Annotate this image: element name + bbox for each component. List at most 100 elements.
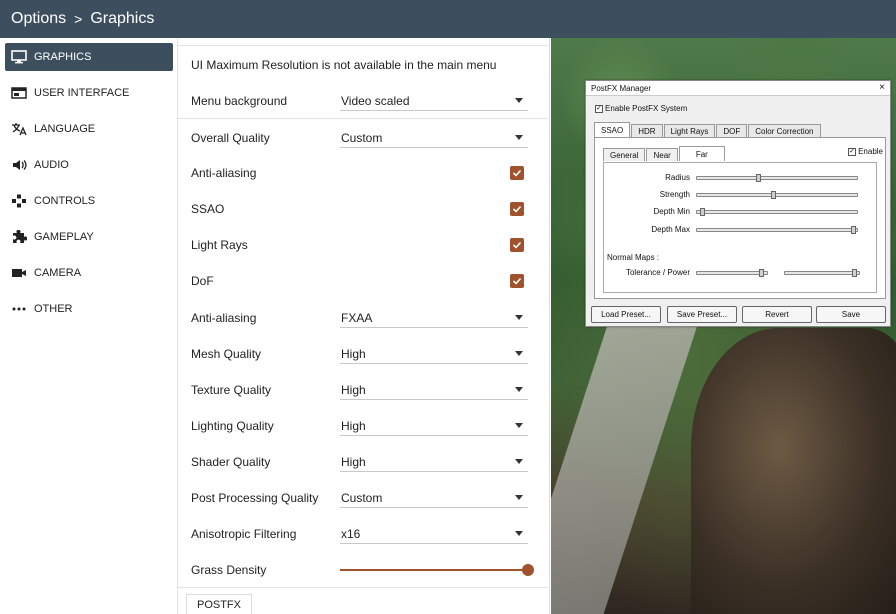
depth-max-row: Depth Max [604, 223, 878, 237]
sidebar-item-graphics[interactable]: GRAPHICS [5, 43, 173, 71]
strength-slider-track[interactable] [696, 191, 858, 199]
divider [178, 587, 550, 588]
sidebar-item-gameplay[interactable]: GAMEPLAY [5, 223, 173, 251]
mesh-quality-select[interactable]: High [340, 345, 528, 364]
ssao-checkbox[interactable] [510, 202, 524, 216]
overall-quality-label: Overall Quality [191, 131, 270, 145]
postfx-title: PostFX Manager [591, 83, 652, 93]
shader-quality-label: Shader Quality [191, 455, 271, 469]
revert-button[interactable]: Revert [742, 306, 812, 323]
tolerance-slider-track[interactable] [696, 269, 768, 277]
dof-checkbox[interactable] [510, 274, 524, 288]
texture-quality-select[interactable]: High [340, 381, 528, 400]
normal-maps-label: Normal Maps : [607, 253, 660, 262]
depth-min-slider-thumb[interactable] [700, 208, 706, 216]
anti-aliasing-label: Anti-aliasing [191, 311, 257, 325]
close-icon[interactable]: × [879, 82, 885, 93]
tab-dof[interactable]: DOF [716, 124, 748, 137]
depth-max-slider-track[interactable] [696, 226, 858, 234]
sidebar-item-other[interactable]: OTHER [5, 295, 173, 323]
tab-light-rays[interactable]: Light Rays [663, 124, 716, 137]
lighting-quality-select[interactable]: High [340, 417, 528, 436]
sidebar-item-label: USER INTERFACE [34, 87, 130, 99]
menu-background-label: Menu background [191, 94, 288, 108]
grass-density-slider-thumb[interactable] [522, 564, 534, 576]
tab-ssao[interactable]: SSAO [594, 122, 631, 137]
anti-aliasing-row: Anti-aliasing FXAA [178, 300, 550, 336]
radius-slider-track[interactable] [696, 174, 858, 182]
camera-icon [11, 266, 27, 280]
sidebar-item-label: CONTROLS [34, 195, 96, 207]
chevron-down-icon [515, 531, 523, 536]
save-preset-button[interactable]: Save Preset... [667, 306, 737, 323]
tab-hdr[interactable]: HDR [631, 124, 663, 137]
texture-quality-value: High [341, 383, 366, 397]
strength-slider-thumb[interactable] [770, 191, 776, 199]
overall-quality-select[interactable]: Custom [340, 129, 528, 148]
subtab-general[interactable]: General [603, 148, 646, 161]
anisotropic-filtering-label: Anisotropic Filtering [191, 527, 297, 541]
ssao-enable-checkbox[interactable]: ✓ [848, 147, 857, 156]
power-slider-thumb[interactable] [851, 269, 857, 277]
postfx-manager-window: PostFX Manager × ✓ Enable PostFX System … [585, 80, 891, 327]
dof-label: DoF [191, 274, 214, 288]
tolerance-power-row: Tolerance / Power [604, 266, 878, 280]
power-slider-track[interactable] [784, 269, 860, 277]
post-processing-quality-select[interactable]: Custom [340, 489, 528, 508]
texture-quality-label: Texture Quality [191, 383, 272, 397]
save-button[interactable]: Save [816, 306, 886, 323]
grass-density-label: Grass Density [191, 563, 267, 577]
ssao-enable-label: Enable [858, 147, 883, 156]
tab-postfx[interactable]: POSTFX [186, 594, 252, 614]
check-icon [512, 277, 522, 285]
sidebar-item-label: CAMERA [34, 267, 82, 279]
postfx-tabs: SSAO HDR Light Rays DOF Color Correction [594, 122, 822, 137]
lighting-quality-value: High [341, 419, 366, 433]
anisotropic-filtering-select[interactable]: x16 [340, 525, 528, 544]
lighting-quality-label: Lighting Quality [191, 419, 274, 433]
depth-max-slider-thumb[interactable] [851, 226, 856, 234]
sidebar: GRAPHICS USER INTERFACE LANGUAGE AUDIO C… [0, 38, 178, 614]
tab-color-correction[interactable]: Color Correction [748, 124, 821, 137]
sidebar-item-camera[interactable]: CAMERA [5, 259, 173, 287]
ssao-enable[interactable]: ✓ Enable [848, 147, 883, 156]
ssao-tab-panel: General Near Far ✓ Enable Radius Strengt… [594, 137, 886, 299]
far-settings-panel: Radius Strength Depth Min Depth Max Norm… [603, 162, 877, 293]
enable-postfx-system[interactable]: ✓ Enable PostFX System [595, 104, 687, 113]
breadcrumb-options[interactable]: Options [11, 10, 66, 28]
chevron-down-icon [515, 459, 523, 464]
shader-quality-select[interactable]: High [340, 453, 528, 472]
load-preset-button[interactable]: Load Preset... [591, 306, 661, 323]
sidebar-item-user-interface[interactable]: USER INTERFACE [5, 79, 173, 107]
depth-max-label: Depth Max [651, 225, 690, 234]
depth-min-row: Depth Min [604, 205, 878, 219]
sidebar-item-language[interactable]: LANGUAGE [5, 115, 173, 143]
menu-background-select[interactable]: Video scaled [340, 92, 528, 111]
strength-label: Strength [659, 190, 690, 199]
depth-min-slider-track[interactable] [696, 208, 858, 216]
grass-density-row: Grass Density [178, 552, 550, 588]
sidebar-item-label: GAMEPLAY [34, 231, 94, 243]
radius-slider-thumb[interactable] [755, 174, 761, 182]
more-icon [11, 302, 27, 316]
anti-aliasing-toggle-label: Anti-aliasing [191, 166, 257, 180]
enable-postfx-checkbox[interactable]: ✓ [595, 104, 603, 113]
sidebar-item-audio[interactable]: AUDIO [5, 151, 173, 179]
puzzle-icon [11, 230, 27, 244]
chevron-down-icon [515, 98, 523, 103]
overall-quality-value: Custom [341, 131, 383, 145]
mesh-quality-row: Mesh Quality High [178, 336, 550, 372]
sidebar-item-label: AUDIO [34, 159, 69, 171]
gamepad-icon [11, 194, 27, 208]
post-processing-quality-label: Post Processing Quality [191, 491, 319, 505]
sidebar-item-controls[interactable]: CONTROLS [5, 187, 173, 215]
anti-aliasing-checkbox[interactable] [510, 166, 524, 180]
tolerance-slider-thumb[interactable] [759, 269, 765, 277]
anti-aliasing-select[interactable]: FXAA [340, 309, 528, 328]
subtab-far[interactable]: Far [678, 146, 725, 161]
light-rays-checkbox[interactable] [510, 238, 524, 252]
panel-top-border [178, 38, 550, 46]
check-icon [512, 241, 522, 249]
grass-density-slider-track[interactable] [340, 569, 528, 571]
subtab-near[interactable]: Near [646, 148, 678, 161]
